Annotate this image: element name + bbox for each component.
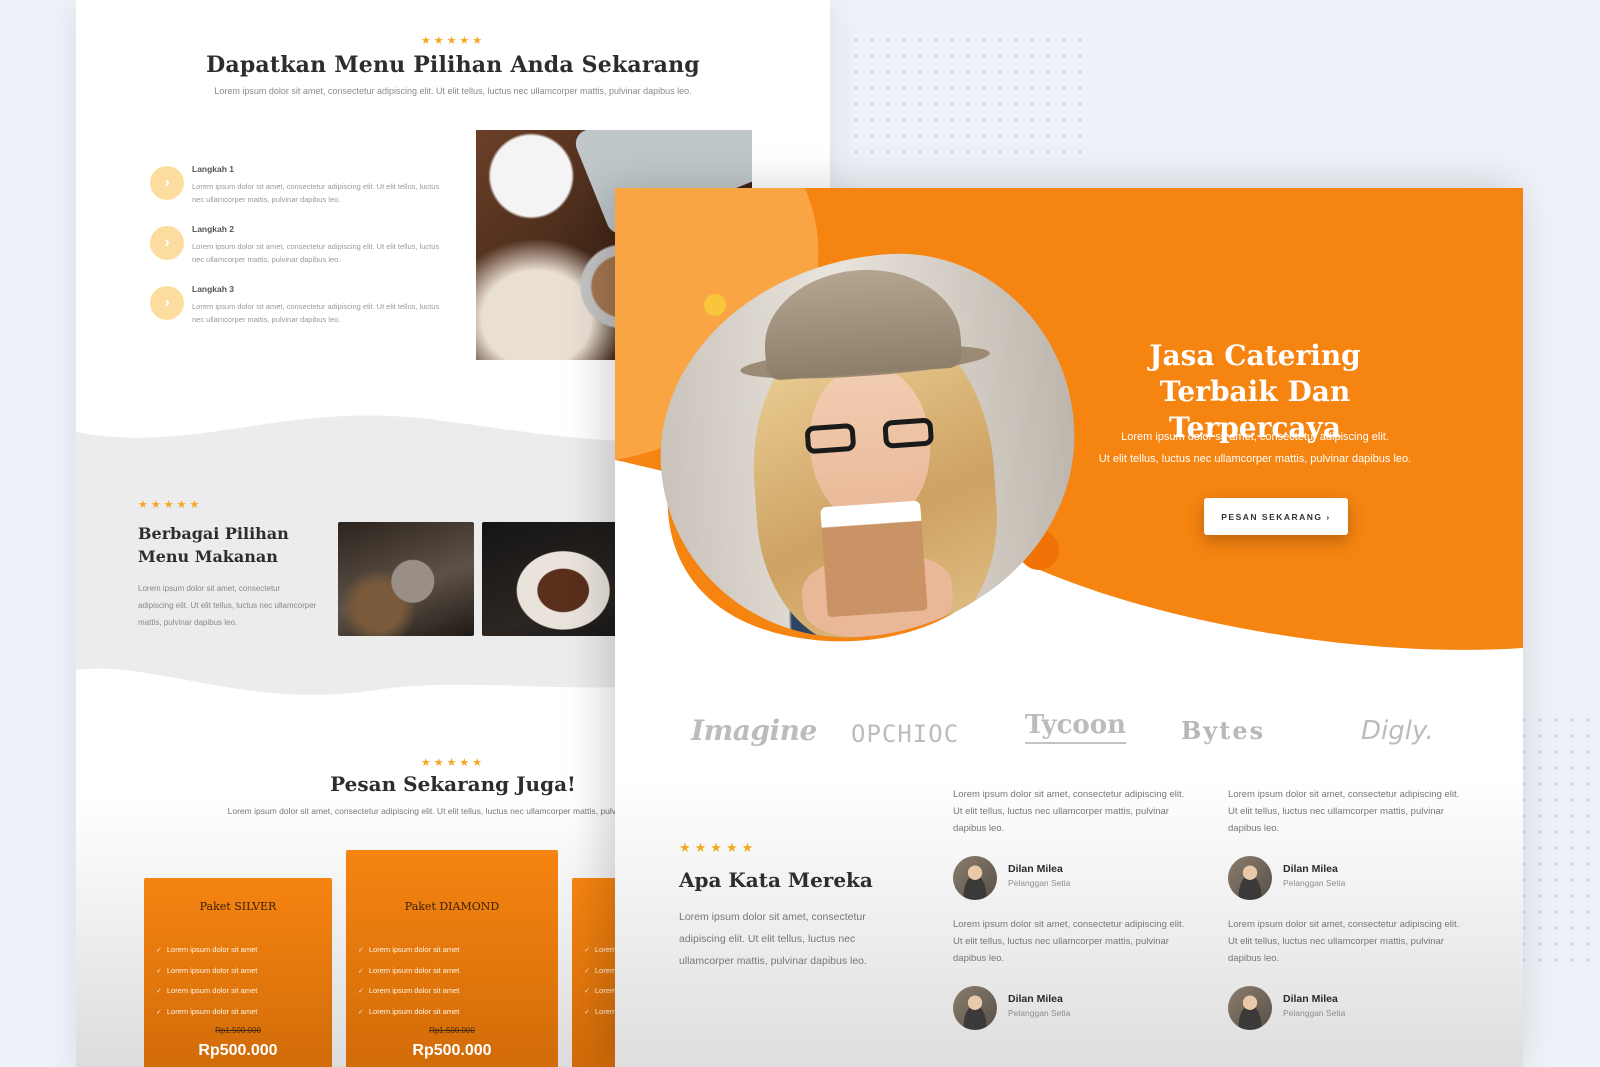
step-text: Lorem ipsum dolor sit amet, consectetur … — [192, 302, 440, 324]
hero-title-line: Jasa Catering — [1149, 339, 1361, 372]
feature-item: Lorem ipsum dolor sit amet — [156, 961, 257, 982]
testimonial-quote: Lorem ipsum dolor sit amet, consectetur … — [953, 789, 1185, 834]
feature-item: Lorem — [584, 1002, 616, 1023]
hero-subtitle: Lorem ipsum dolor sit amet, consectetur … — [1075, 426, 1435, 470]
pricing-card-silver[interactable]: Paket SILVER Lorem ipsum dolor sit amet … — [144, 878, 332, 1067]
testimonial-author: Dilan Milea Pelanggan Setia — [1228, 986, 1468, 1030]
author-role: Pelanggan Setia — [1283, 878, 1346, 888]
old-price: Rp1.500.000 — [429, 1026, 475, 1035]
author-name: Dilan Milea — [1008, 993, 1063, 1005]
feature-item: Lorem — [584, 961, 616, 982]
package-name: Paket SILVER — [199, 900, 277, 913]
author-name: Dilan Milea — [1283, 993, 1338, 1005]
partner-logo: OPCHIOC — [851, 720, 960, 748]
chocolate-cake-photo — [482, 522, 622, 636]
rating-stars: ★★★★★ — [420, 35, 486, 47]
testimonial-quote: Lorem ipsum dolor sit amet, consectetur … — [953, 919, 1185, 964]
section-title: Berbagai Pilihan Menu Makanan — [138, 524, 289, 566]
testimonials-text: Lorem ipsum dolor sit amet, consectetur … — [679, 911, 867, 967]
partner-logo: Bytes — [1181, 716, 1266, 745]
decorative-dot-grid — [1516, 712, 1600, 964]
avatar — [1228, 986, 1272, 1030]
step-item: › Langkah 1 Lorem ipsum dolor sit amet, … — [150, 164, 450, 216]
feature-item: Lorem — [584, 981, 616, 1002]
avatar — [953, 986, 997, 1030]
testimonials-title: Apa Kata Mereka — [679, 868, 873, 892]
partner-logo: Imagine — [691, 714, 817, 747]
hero-subtitle-line: Lorem ipsum dolor sit amet, consectetur … — [1121, 431, 1389, 443]
chevron-right-icon[interactable]: › — [150, 166, 184, 200]
author-role: Pelanggan Setia — [1283, 1008, 1346, 1018]
section-title: Dapatkan Menu Pilihan Anda Sekarang — [206, 52, 700, 78]
feature-list: Lorem Lorem Lorem Lorem — [584, 940, 616, 1022]
avatar — [1228, 856, 1272, 900]
author-role: Pelanggan Setia — [1008, 878, 1071, 888]
rating-stars: ★★★★★ — [138, 499, 203, 511]
hero-subtitle-line: Ut elit tellus, luctus nec ullamcorper m… — [1098, 453, 1412, 465]
testimonial-quote: Lorem ipsum dolor sit amet, consectetur … — [1228, 789, 1460, 834]
testimonial-author: Dilan Milea Pelanggan Setia — [953, 986, 1193, 1030]
pricing-card-diamond[interactable]: Paket DIAMOND Lorem ipsum dolor sit amet… — [346, 850, 558, 1067]
feature-item: Lorem ipsum dolor sit amet — [358, 981, 459, 1002]
step-item: › Langkah 2 Lorem ipsum dolor sit amet, … — [150, 224, 450, 276]
rating-stars: ★★★★★ — [679, 840, 758, 855]
decorative-dot-grid — [848, 32, 1088, 154]
testimonial-author: Dilan Milea Pelanggan Setia — [953, 856, 1193, 900]
step-label: Langkah 3 — [192, 284, 235, 294]
step-label: Langkah 2 — [192, 224, 235, 234]
partner-logo: Tycoon — [1025, 710, 1127, 744]
step-text: Lorem ipsum dolor sit amet, consectetur … — [192, 182, 440, 204]
feature-item: Lorem ipsum dolor sit amet — [358, 1002, 459, 1023]
step-label: Langkah 1 — [192, 164, 235, 174]
feature-item: Lorem ipsum dolor sit amet — [156, 981, 257, 1002]
author-name: Dilan Milea — [1283, 863, 1338, 875]
feature-item: Lorem ipsum dolor sit amet — [156, 940, 257, 961]
feature-item: Lorem ipsum dolor sit amet — [156, 1002, 257, 1023]
chevron-right-icon[interactable]: › — [150, 286, 184, 320]
partner-logo: Digly. — [1361, 716, 1434, 746]
price: Rp500.000 — [198, 1042, 278, 1059]
chevron-right-icon[interactable]: › — [150, 226, 184, 260]
author-role: Pelanggan Setia — [1008, 1008, 1071, 1018]
feature-item: Lorem — [584, 940, 616, 961]
feature-item: Lorem ipsum dolor sit amet — [358, 940, 459, 961]
feature-list: Lorem ipsum dolor sit amet Lorem ipsum d… — [156, 940, 257, 1022]
order-now-button[interactable]: PESAN SEKARANG › — [1204, 498, 1348, 535]
step-text: Lorem ipsum dolor sit amet, consectetur … — [192, 242, 440, 264]
testimonial-card: Lorem ipsum dolor sit amet, consectetur … — [1228, 916, 1468, 1030]
avatar — [953, 856, 997, 900]
coffee-roasting-photo — [338, 522, 474, 636]
step-item: › Langkah 3 Lorem ipsum dolor sit amet, … — [150, 284, 450, 336]
section-text: Lorem ipsum dolor sit amet, consectetur … — [138, 584, 317, 627]
testimonial-card: Lorem ipsum dolor sit amet, consectetur … — [1228, 786, 1468, 900]
testimonial-card: Lorem ipsum dolor sit amet, consectetur … — [953, 916, 1193, 1030]
package-name: Paket DIAMOND — [404, 900, 500, 913]
author-name: Dilan Milea — [1008, 863, 1063, 875]
testimonial-quote: Lorem ipsum dolor sit amet, consectetur … — [1228, 919, 1460, 964]
feature-list: Lorem ipsum dolor sit amet Lorem ipsum d… — [358, 940, 459, 1022]
feature-item: Lorem ipsum dolor sit amet — [358, 961, 459, 982]
front-page-mockup: Jasa Catering Terbaik Dan Terpercaya Lor… — [615, 188, 1523, 1067]
old-price: Rp1.500.000 — [215, 1026, 261, 1035]
price: Rp500.000 — [412, 1042, 492, 1059]
testimonial-author: Dilan Milea Pelanggan Setia — [1228, 856, 1468, 900]
testimonial-card: Lorem ipsum dolor sit amet, consectetur … — [953, 786, 1193, 900]
section-subtitle: Lorem ipsum dolor sit amet, consectetur … — [214, 86, 692, 96]
